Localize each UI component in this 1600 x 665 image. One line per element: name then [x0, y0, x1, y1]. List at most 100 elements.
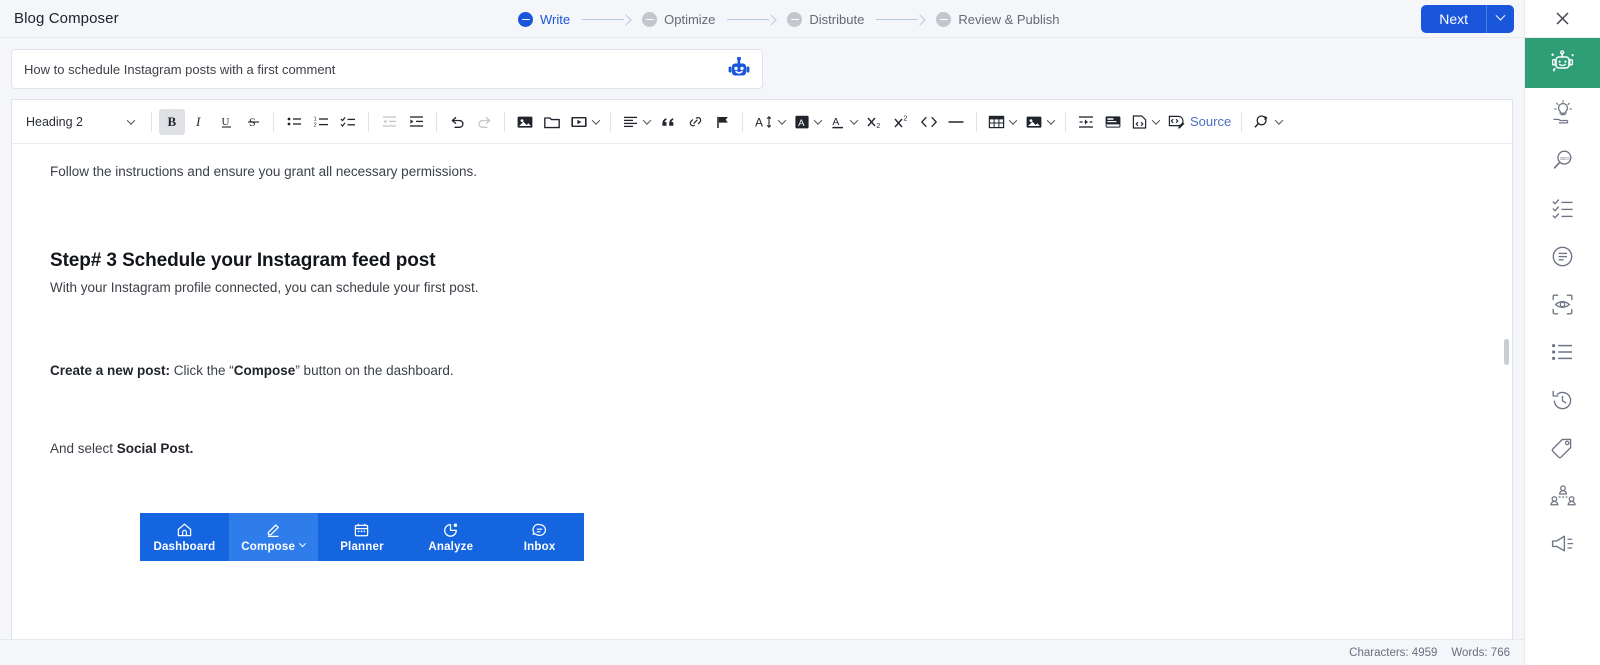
editor-content-area[interactable]: Follow the instructions and ensure you g…: [12, 144, 1512, 639]
message-icon: [532, 523, 547, 536]
code-block-dropdown[interactable]: [1127, 108, 1163, 136]
calendar-icon: [355, 523, 369, 536]
step-optimize[interactable]: Optimize: [642, 11, 715, 27]
svg-text:2: 2: [876, 123, 880, 130]
media-gallery-dropdown[interactable]: [1021, 108, 1058, 136]
sidebar-item-announcements[interactable]: [1525, 520, 1600, 568]
font-size-dropdown[interactable]: A: [750, 108, 789, 136]
seo-search-icon: SEO: [1553, 150, 1571, 169]
step-arrow-3-icon: [876, 14, 924, 24]
svg-text:A: A: [755, 115, 763, 129]
step-review-publish[interactable]: Review & Publish: [936, 11, 1059, 27]
sidebar-item-revision-history[interactable]: [1525, 376, 1600, 424]
page-title: Blog Composer: [14, 10, 119, 27]
numbered-list-button[interactable]: 12: [308, 109, 334, 135]
toolbar-divider: [742, 111, 743, 132]
svg-text:2: 2: [903, 115, 907, 122]
toolbar-divider: [504, 111, 505, 132]
tag-icon: [1551, 438, 1572, 458]
bulleted-list-button[interactable]: [281, 109, 307, 135]
svg-text:2: 2: [313, 122, 316, 128]
workflow-stepper: Write Optimize Distribute Review & Publi…: [518, 0, 1059, 38]
italic-button[interactable]: I: [186, 109, 212, 135]
nav-label-compose: Compose: [241, 540, 307, 553]
toolbar-divider: [273, 111, 274, 132]
chevron-down-icon: [1008, 115, 1018, 125]
sidebar-item-document[interactable]: [1525, 232, 1600, 280]
sidebar-item-tags[interactable]: [1525, 424, 1600, 472]
insert-video-dropdown[interactable]: [566, 108, 603, 136]
step-write[interactable]: Write: [518, 11, 571, 27]
insert-image-button[interactable]: [512, 109, 538, 135]
document-icon: [1552, 246, 1573, 266]
toolbar-divider: [368, 111, 369, 132]
link-button[interactable]: [682, 109, 708, 135]
sidebar-item-preview[interactable]: [1525, 280, 1600, 328]
blog-title-input[interactable]: [12, 50, 722, 88]
chevron-down-icon: [849, 115, 859, 125]
toolbar-divider: [1241, 111, 1243, 132]
paragraph-style-dropdown[interactable]: Heading 2: [20, 108, 140, 136]
chevron-down-icon: [591, 115, 601, 125]
nav-item-inbox: Inbox: [495, 513, 584, 561]
create-post-label: Create a new post:: [50, 362, 171, 378]
superscript-button[interactable]: 2: [889, 109, 915, 135]
next-button[interactable]: Next: [1421, 4, 1486, 33]
toolbar-divider: [1065, 111, 1066, 132]
strikethrough-button[interactable]: S: [240, 109, 266, 135]
redo-button[interactable]: [471, 109, 497, 135]
outdent-button[interactable]: [376, 109, 402, 135]
section-subparagraph: With your Instagram profile connected, y…: [50, 280, 479, 296]
editor-statusbar: Characters: 4959 Words: 766: [0, 639, 1524, 665]
step-distribute[interactable]: Distribute: [787, 11, 864, 27]
chevron-down-icon: [1151, 115, 1161, 125]
underline-button[interactable]: U: [213, 109, 239, 135]
font-color-dropdown[interactable]: A: [826, 108, 861, 136]
file-folder-button[interactable]: [539, 109, 565, 135]
horizontal-rule-button[interactable]: [943, 109, 969, 135]
svg-text:A: A: [832, 117, 839, 128]
anchor-flag-button[interactable]: [709, 109, 735, 135]
chevron-down-icon: [299, 540, 307, 548]
nav-item-compose: Compose: [228, 513, 318, 561]
template-button[interactable]: [1100, 109, 1126, 135]
blockquote-button[interactable]: [655, 109, 681, 135]
select-prefix-text: And select: [50, 440, 117, 456]
bold-button[interactable]: B: [159, 108, 185, 135]
sidebar-item-seo[interactable]: SEO: [1525, 136, 1600, 184]
sidebar-item-ai-assistant[interactable]: [1524, 38, 1600, 88]
step-arrow-1-icon: [582, 14, 630, 24]
insert-table-dropdown[interactable]: [984, 108, 1020, 136]
close-icon[interactable]: [1548, 4, 1578, 34]
svg-text:A: A: [798, 118, 805, 129]
sidebar-item-checklist[interactable]: [1525, 184, 1600, 232]
undo-button[interactable]: [444, 109, 470, 135]
text-align-dropdown[interactable]: [618, 108, 654, 136]
editor-panel: Heading 2 B I U S 1 2 A A A 2 2 Source F…: [11, 99, 1513, 639]
sidebar-item-team[interactable]: [1525, 472, 1600, 520]
find-replace-dropdown[interactable]: [1249, 108, 1286, 136]
nav-item-planner: Planner: [318, 513, 407, 561]
indent-button[interactable]: [403, 109, 429, 135]
next-dropdown-chevron-down-icon[interactable]: [1486, 4, 1514, 33]
highlight-color-dropdown[interactable]: A: [790, 108, 825, 136]
embedded-nav-screenshot: Dashboard Compose Planner Analyze Inbox: [140, 513, 584, 561]
section-heading: Step# 3 Schedule your Instagram feed pos…: [50, 250, 436, 272]
todo-list-button[interactable]: [335, 109, 361, 135]
source-button[interactable]: Source: [1164, 114, 1234, 130]
sidebar-item-outline[interactable]: [1525, 328, 1600, 376]
step-dot-review-icon: [936, 11, 952, 27]
sidebar-item-ideas[interactable]: [1525, 88, 1600, 136]
page-break-button[interactable]: [1073, 109, 1099, 135]
editor-scrollbar-thumb[interactable]: [1504, 339, 1509, 365]
subscript-button[interactable]: 2: [862, 109, 888, 135]
step-label-write: Write: [540, 11, 571, 27]
inline-code-button[interactable]: [916, 109, 942, 135]
outline-list-icon: [1552, 344, 1572, 360]
chevron-down-icon: [1046, 115, 1056, 125]
nav-label-analyze: Analyze: [428, 540, 474, 553]
ai-robot-icon[interactable]: [722, 54, 756, 84]
